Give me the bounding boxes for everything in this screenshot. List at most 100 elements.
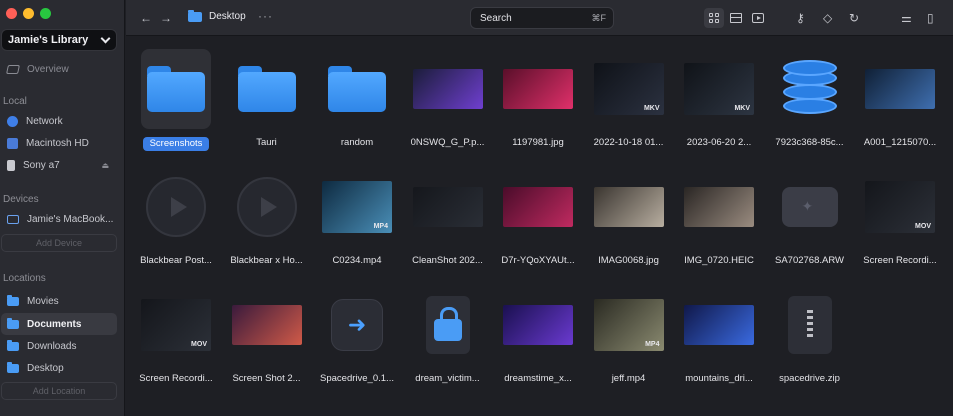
image-thumbnail [684, 285, 754, 365]
file-name: 0NSWQ_G_P.p... [410, 137, 485, 148]
image-thumbnail [503, 285, 573, 365]
database-icon [775, 49, 845, 129]
file-item[interactable]: MKV 2023-06-20 2... [676, 43, 762, 163]
sidebar-item-documents[interactable]: Documents [1, 313, 117, 335]
file-item[interactable]: 1197981.jpg [495, 43, 581, 163]
toolbar: ← → Desktop ··· Search ⌘F ⚷ ◇ ↻ ⚌ ▯ [126, 0, 953, 36]
file-item[interactable]: dreamstime_x... [495, 279, 581, 399]
sidebar-item-label: Macintosh HD [26, 137, 89, 149]
video-thumbnail: MKV [593, 49, 664, 129]
file-item[interactable]: Screenshots [133, 43, 219, 163]
file-item[interactable]: random [314, 43, 400, 163]
section-heading-devices: Devices [3, 194, 39, 205]
file-item[interactable]: A001_1215070... [857, 43, 943, 163]
file-item[interactable]: MKV 2022-10-18 01... [586, 43, 672, 163]
sidebar-item-downloads[interactable]: Downloads [1, 335, 117, 357]
folder-icon [7, 339, 19, 351]
file-type-badge: MP4 [645, 341, 660, 348]
file-item[interactable]: D7r-YQoXYAUt... [495, 161, 581, 281]
file-item[interactable]: MOV Screen Recordi... [857, 161, 943, 281]
lock-icon [413, 285, 483, 365]
add-location-button[interactable]: Add Location [1, 382, 117, 400]
breadcrumb[interactable]: Desktop [188, 9, 246, 22]
overview-icon [6, 64, 20, 74]
file-item[interactable]: spacedrive.zip [767, 279, 853, 399]
video-thumbnail: MKV [684, 49, 754, 129]
key-icon[interactable]: ⚷ [796, 11, 805, 25]
file-name: Blackbear x Ho... [230, 255, 303, 266]
sidebar-item-label: Overview [27, 63, 69, 75]
refresh-icon[interactable]: ↻ [849, 11, 859, 25]
sidebar-item-network[interactable]: Network [1, 110, 117, 132]
file-item[interactable]: MOV Screen Recordi... [133, 279, 219, 399]
image-thumbnail [684, 167, 754, 247]
eject-icon[interactable]: ⏏ [101, 161, 109, 170]
file-item[interactable]: Tauri [224, 43, 310, 163]
file-item[interactable]: Screen Shot 2... [224, 279, 310, 399]
forward-arrow-icon[interactable]: → [160, 11, 172, 25]
image-thumbnail [865, 49, 935, 129]
file-name: random [340, 137, 374, 148]
file-item[interactable]: 0NSWQ_G_P.p... [405, 43, 491, 163]
sidebar-toggle-icon[interactable]: ▯ [927, 11, 934, 25]
folder-icon [7, 361, 19, 373]
back-arrow-icon[interactable]: ← [140, 11, 152, 25]
image-thumbnail [503, 49, 573, 129]
image-thumbnail [231, 285, 302, 365]
sidebar-item-label: Downloads [27, 340, 77, 352]
file-name: Spacedrive_0.1... [320, 373, 394, 384]
folder-icon [232, 49, 302, 129]
file-type-badge: MKV [734, 105, 750, 112]
file-item[interactable]: Blackbear x Ho... [224, 161, 310, 281]
file-item[interactable]: SA702768.ARW [767, 161, 853, 281]
more-options-icon[interactable]: ··· [258, 9, 273, 23]
list-view-button[interactable] [726, 8, 746, 28]
file-item[interactable]: ➜ Spacedrive_0.1... [314, 279, 400, 399]
search-input[interactable]: Search ⌘F [470, 7, 614, 29]
sidebar-item-label: Desktop [27, 362, 64, 374]
file-name: 7923c368-85c... [775, 137, 844, 148]
sidebar-item-desktop[interactable]: Desktop [1, 357, 117, 379]
file-name: CleanShot 202... [412, 255, 483, 266]
file-item[interactable]: IMAG0068.jpg [586, 161, 672, 281]
file-item[interactable]: MP4 C0234.mp4 [314, 161, 400, 281]
sliders-icon[interactable]: ⚌ [901, 11, 912, 25]
folder-icon [141, 49, 211, 129]
sidebar-item-overview[interactable]: Overview [1, 58, 117, 80]
minimize-window-button[interactable] [23, 8, 34, 19]
grid-view-button[interactable] [704, 8, 724, 28]
sidebar-item-sony-a7[interactable]: Sony a7 ⏏ [1, 154, 117, 176]
file-item[interactable]: mountains_dri... [676, 279, 762, 399]
image-thumbnail [412, 49, 483, 129]
file-name: IMG_0720.HEIC [684, 255, 754, 266]
search-placeholder: Search [480, 12, 512, 24]
folder-icon [188, 9, 202, 22]
zoom-window-button[interactable] [40, 8, 51, 19]
sidebar-item-movies[interactable]: Movies [1, 290, 117, 312]
file-item[interactable]: Blackbear Post... [133, 161, 219, 281]
file-name: jeff.mp4 [611, 373, 646, 384]
close-window-button[interactable] [6, 8, 17, 19]
image-thumbnail [503, 167, 573, 247]
video-thumbnail: MP4 [322, 167, 392, 247]
app-icon: ➜ [322, 285, 392, 365]
media-view-button[interactable] [748, 8, 768, 28]
library-selector[interactable]: Jamie's Library [1, 29, 117, 51]
sidebar: Jamie's Library Overview Local Network M… [0, 0, 125, 416]
file-item[interactable]: 7923c368-85c... [767, 43, 853, 163]
add-device-button[interactable]: Add Device [1, 234, 117, 252]
raw-photo-icon [775, 167, 845, 247]
sidebar-item-label: Network [26, 115, 63, 127]
sidebar-item-macbook[interactable]: Jamie's MacBook... [1, 208, 117, 230]
sidebar-item-macintosh-hd[interactable]: Macintosh HD [1, 132, 117, 154]
tag-icon[interactable]: ◇ [823, 11, 832, 25]
file-item[interactable]: IMG_0720.HEIC [676, 161, 762, 281]
file-type-badge: MOV [915, 223, 931, 230]
file-item[interactable]: MP4 jeff.mp4 [586, 279, 672, 399]
search-shortcut: ⌘F [591, 12, 607, 23]
file-grid: Screenshots Tauri random 0NSWQ_G_P.p... 1197… [126, 37, 953, 416]
folder-icon [322, 49, 392, 129]
library-name: Jamie's Library [8, 34, 89, 46]
file-item[interactable]: CleanShot 202... [405, 161, 491, 281]
file-item[interactable]: dream_victim... [405, 279, 491, 399]
